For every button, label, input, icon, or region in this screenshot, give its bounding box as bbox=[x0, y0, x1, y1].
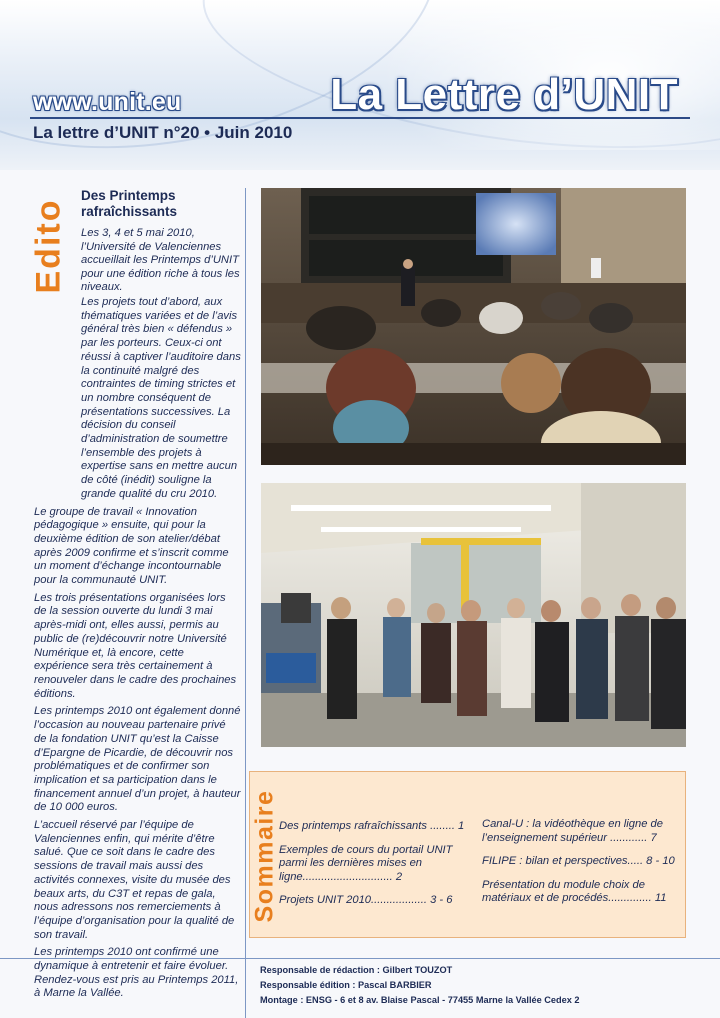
masthead-title: La Lettre d’UNIT bbox=[330, 70, 678, 119]
site-url[interactable]: www.unit.eu bbox=[33, 88, 182, 117]
edito-paragraph: L’accueil réservé par l’équipe de Valenc… bbox=[34, 819, 235, 941]
toc-column-left: Des printemps rafraîchissants ........ 1… bbox=[279, 820, 467, 918]
lecture-hall-photo bbox=[261, 188, 686, 465]
edito-paragraph: Les printemps 2010 ont également donné l… bbox=[34, 705, 241, 814]
sommaire-label: Sommaire bbox=[250, 789, 279, 922]
issue-line: La lettre d’UNIT n°20 • Juin 2010 bbox=[33, 123, 293, 142]
sommaire-box: Sommaire Des printemps rafraîchissants .… bbox=[249, 771, 686, 938]
credit-layout: Montage : ENSG - 6 et 8 av. Blaise Pasca… bbox=[260, 995, 580, 1005]
edito-label: Edito bbox=[29, 198, 68, 294]
toc-item[interactable]: Des printemps rafraîchissants ........ 1 bbox=[279, 820, 467, 834]
edito-paragraph: Les printemps 2010 ont confirmé une dyna… bbox=[34, 946, 239, 1000]
sommaire-section-title: Sommaire bbox=[250, 772, 280, 939]
header-rule bbox=[30, 117, 690, 119]
toc-item[interactable]: FILIPE : bilan et perspectives..... 8 - … bbox=[482, 855, 678, 869]
footer-rule bbox=[0, 958, 720, 959]
toc-item[interactable]: Présentation du module choix de matériau… bbox=[482, 879, 678, 906]
lab-visit-photo bbox=[261, 483, 686, 747]
edito-section-title: Edito bbox=[24, 186, 74, 306]
edito-paragraph: Les trois présentations organisées lors … bbox=[34, 591, 237, 700]
edito-heading: Des Printemps rafraîchissants bbox=[81, 188, 178, 219]
toc-column-right: Canal-U : la vidéothèque en ligne de l’e… bbox=[482, 818, 678, 916]
edito-paragraph: Le groupe de travail « Innovation pédago… bbox=[34, 505, 229, 587]
toc-item[interactable]: Exemples de cours du portail UNIT parmi … bbox=[279, 844, 467, 885]
edito-paragraph: Les projets tout d’abord, aux thématique… bbox=[81, 296, 241, 500]
credits-block: Responsable de rédaction : Gilbert TOUZO… bbox=[260, 963, 700, 1008]
edito-intro: Les 3, 4 et 5 mai 2010, l’Université de … bbox=[81, 227, 240, 294]
credit-publisher: Responsable édition : Pascal BARBIER bbox=[260, 980, 432, 990]
column-divider bbox=[245, 188, 246, 1018]
edito-body: Les projets tout d’abord, aux thématique… bbox=[34, 296, 241, 1005]
header-band: www.unit.eu La Lettre d’UNIT La lettre d… bbox=[0, 0, 720, 170]
credit-editor: Responsable de rédaction : Gilbert TOUZO… bbox=[260, 965, 453, 975]
toc-item[interactable]: Projets UNIT 2010.................. 3 - … bbox=[279, 894, 467, 908]
toc-item[interactable]: Canal-U : la vidéothèque en ligne de l’e… bbox=[482, 818, 678, 845]
